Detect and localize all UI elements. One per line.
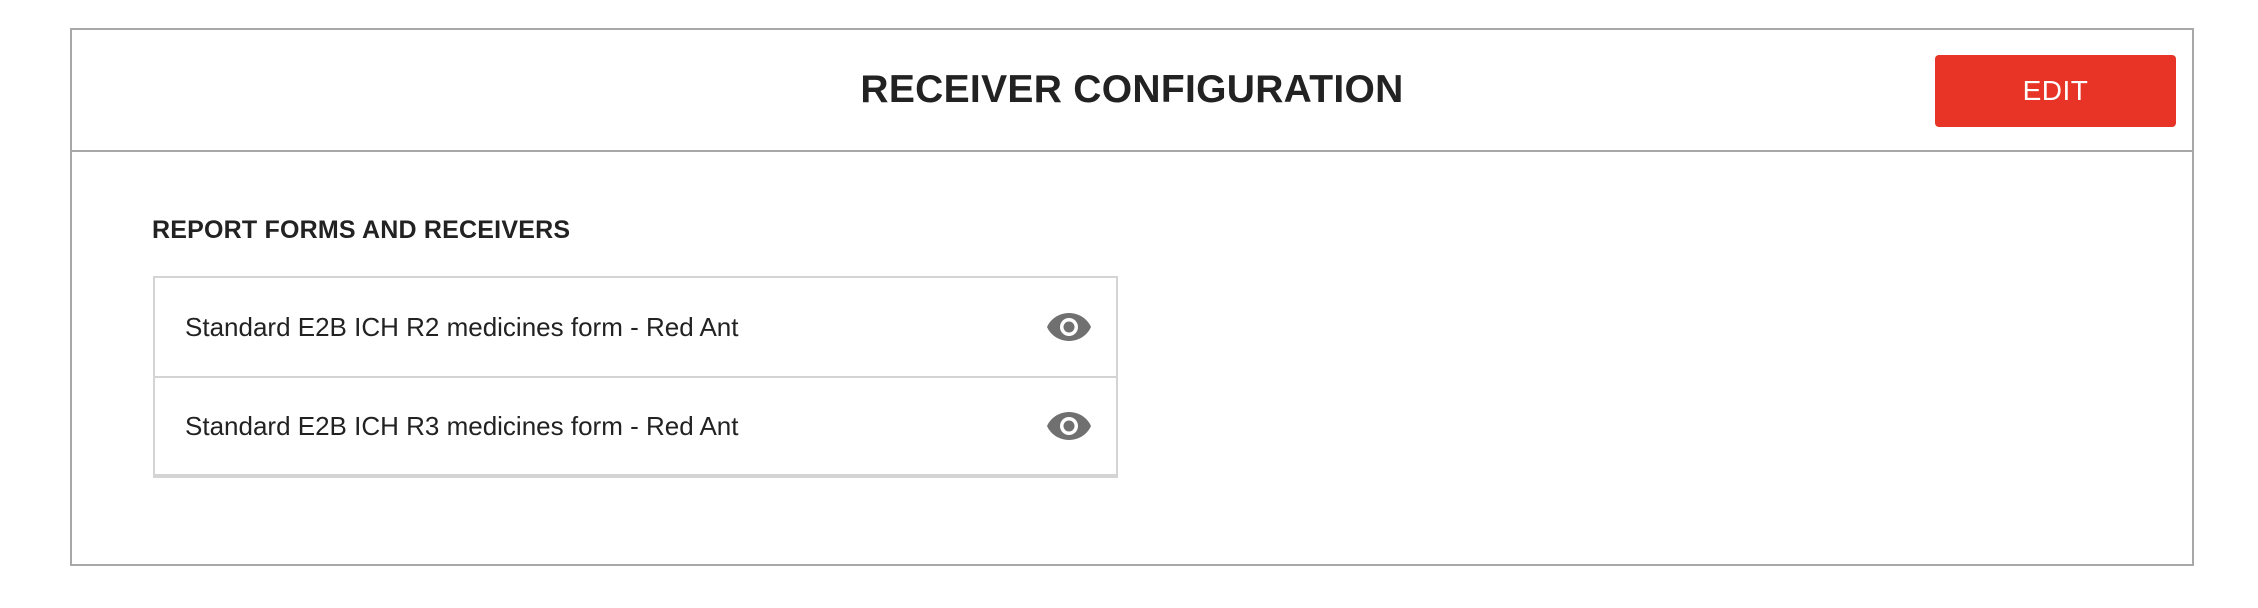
eye-icon[interactable] <box>1046 410 1092 442</box>
panel-header: RECEIVER CONFIGURATION EDIT <box>72 30 2192 152</box>
form-label: Standard E2B ICH R3 medicines form - Red… <box>185 410 739 441</box>
edit-button[interactable]: EDIT <box>1935 55 2176 127</box>
report-forms-list: Standard E2B ICH R2 medicines form - Red… <box>153 276 1118 478</box>
eye-icon-graphic <box>1047 412 1091 440</box>
section-heading: REPORT FORMS AND RECEIVERS <box>152 216 571 244</box>
form-label: Standard E2B ICH R2 medicines form - Red… <box>185 311 739 342</box>
page-title: RECEIVER CONFIGURATION <box>860 68 1404 111</box>
list-item: Standard E2B ICH R2 medicines form - Red… <box>155 278 1116 376</box>
list-item: Standard E2B ICH R3 medicines form - Red… <box>155 376 1116 474</box>
eye-icon[interactable] <box>1046 311 1092 343</box>
eye-icon-graphic <box>1047 313 1091 341</box>
receiver-configuration-panel: RECEIVER CONFIGURATION EDIT REPORT FORMS… <box>70 28 2194 566</box>
